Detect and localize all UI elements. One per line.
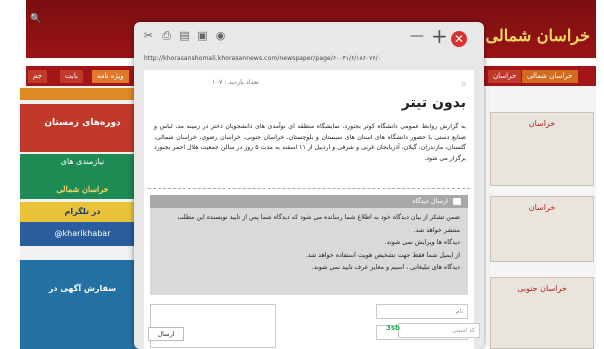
article-content: تعداد بازدید : ۱۰۷ ▫ بدون تیتر به گزارش …	[144, 70, 474, 349]
nav-tab-4[interactable]: خراسان شمالی	[522, 70, 578, 83]
comment-rule-3: از ایمیل شما فقط جهت تشخیص هویت استفاده …	[305, 251, 460, 259]
left-banner-classifieds[interactable]: نیازمندی های	[20, 154, 145, 184]
send-button[interactable]: ارسال	[148, 327, 184, 341]
left-banner-courses[interactable]: دوره‌های زمستان	[20, 104, 145, 152]
share-icon[interactable]: ▫	[461, 80, 466, 88]
screenshot-page: 🔍 خراسان شمالی جم بابت ویژه نامه خراسان …	[0, 0, 604, 349]
comment-textarea[interactable]	[150, 304, 276, 348]
left-banner-telegram[interactable]: در تلگرام	[20, 202, 145, 222]
newspaper-thumb-1[interactable]: خراسان	[490, 112, 594, 186]
newspaper-thumb-2[interactable]: خراسان	[490, 196, 594, 262]
view-count: تعداد بازدید : ۱۰۷	[212, 78, 259, 86]
captcha-image: 3sb	[386, 324, 401, 332]
comment-rule-4: دیدگاه های تبلیغاتی ، اسیم و مغایر عرف ت…	[311, 264, 460, 271]
comment-header-label: ارسال دیدگاه	[412, 197, 448, 205]
comment-section: ارسال دیدگاه ضمن تشکر از بیان دیدگاه خود…	[150, 195, 468, 295]
nav-tab-1[interactable]: بابت	[60, 70, 83, 83]
maximize-button[interactable]: +	[431, 25, 448, 47]
pdf-icon[interactable]: ▤	[178, 29, 191, 42]
comment-header: ارسال دیدگاه	[150, 195, 468, 208]
comment-rule-2: دیدگاه ها ویرایش نمی شوند.	[384, 239, 460, 246]
save-icon[interactable]: ▣	[196, 29, 209, 42]
comment-rules: ضمن تشکر از بیان دیدگاه خود به اطلاع شما…	[160, 212, 460, 275]
nav-tab-3[interactable]: خراسان	[488, 70, 522, 83]
modal-toolbar: ✂ ⎙ ▤ ▣ ◉ — + ✕	[134, 22, 484, 54]
camera-icon[interactable]: ◉	[214, 29, 227, 42]
left-banner-logo[interactable]: خراسان شمالی	[20, 184, 145, 199]
divider	[148, 188, 470, 189]
comment-icon	[453, 198, 461, 205]
print-icon[interactable]: ⎙	[160, 29, 173, 42]
left-banner-ad[interactable]: سفارش آگهی در	[20, 260, 145, 349]
article-body: به گزارش روابط عمومی دانشگاه کوثر بجنورد…	[154, 123, 466, 163]
left-banner-strip[interactable]	[20, 88, 145, 100]
article-modal: ✂ ⎙ ▤ ▣ ◉ — + ✕ http://khorasanshomali.k…	[134, 22, 484, 349]
page-url[interactable]: http://khorasanshomali.khorasannews.com/…	[144, 55, 381, 62]
comment-rule-1: ضمن تشکر از بیان دیدگاه خود به اطلاع شما…	[177, 214, 460, 234]
close-button[interactable]: ✕	[451, 31, 467, 47]
cut-icon[interactable]: ✂	[142, 29, 155, 42]
captcha-field[interactable]: کد امنیتی	[398, 323, 480, 338]
name-field[interactable]: نام	[376, 304, 468, 319]
search-icon[interactable]: 🔍	[30, 14, 41, 24]
newspaper-thumb-3[interactable]: خراسان جنوبی	[490, 277, 594, 349]
nav-tab-2[interactable]: ویژه نامه	[92, 70, 129, 83]
minimize-button[interactable]: —	[410, 25, 424, 47]
site-logo[interactable]: خراسان شمالی	[470, 26, 590, 50]
left-banner-telegram-handle[interactable]: @kharikhabar	[20, 222, 145, 246]
article-title: بدون تیتر	[401, 95, 466, 111]
nav-tab-0[interactable]: جم	[28, 70, 47, 83]
